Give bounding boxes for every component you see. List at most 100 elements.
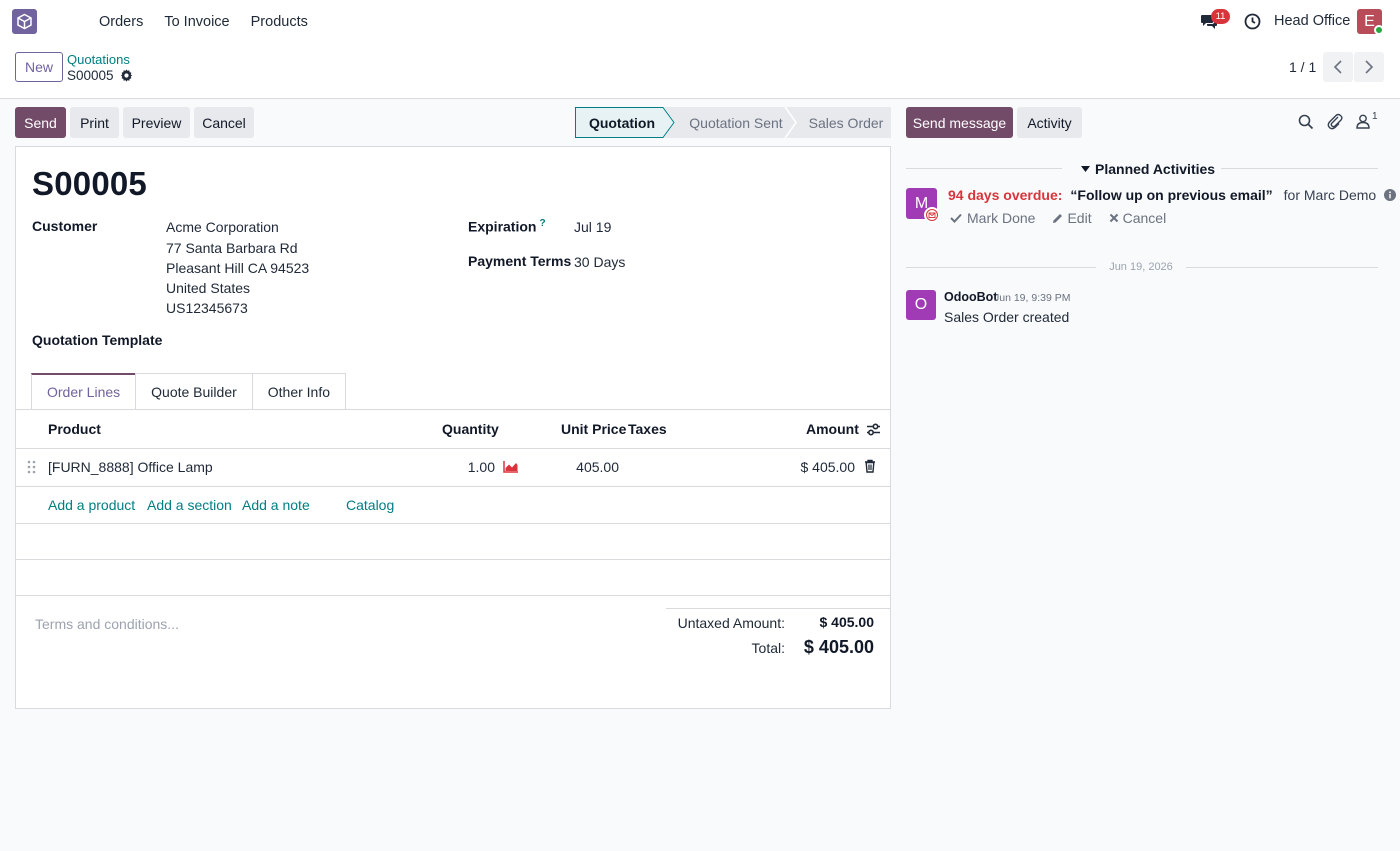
customer-street: 77 Santa Barbara Rd [166,240,298,256]
company-switcher[interactable]: Head Office [1274,13,1350,29]
cancel-button[interactable]: Cancel [194,107,254,138]
print-button[interactable]: Print [70,107,119,138]
line-quantity[interactable]: 1.00 [446,459,495,475]
gear-icon[interactable] [120,69,133,82]
help-tooltip-icon[interactable]: ? [539,218,545,229]
column-taxes[interactable]: Taxes [628,421,667,437]
message-time: Jun 19, 9:39 PM [994,292,1071,304]
chevron-left-icon [1333,60,1342,74]
column-amount[interactable]: Amount [806,421,859,437]
customer-country: United States [166,280,251,296]
line-unit-price[interactable]: 405.00 [556,459,619,475]
payment-terms-field[interactable]: 30 Days [574,254,625,270]
search-icon[interactable] [1298,114,1314,130]
date-divider-line [906,267,1096,268]
record-name: S00005 [67,68,114,83]
drag-handle-icon[interactable] [27,460,36,474]
column-unit-price[interactable]: Unit Price [561,421,626,437]
line-product[interactable]: [FURN_8888] Office Lamp [48,459,213,475]
tab-quote-builder[interactable]: Quote Builder [135,373,253,409]
customer-city: Pleasant Hill CA 94523 [166,260,310,276]
row-divider [16,559,890,560]
customer-label: Customer [32,218,98,234]
check-icon [950,213,962,223]
date-separator: Jun 19, 2026 [1109,261,1173,273]
forecast-chart-icon[interactable] [503,460,519,473]
chevron-right-icon [1365,60,1374,74]
activity-summary: “Follow up on previous email” [1070,187,1273,203]
add-section-link[interactable]: Add a section [147,497,232,513]
catalog-link[interactable]: Catalog [346,497,394,513]
row-divider [16,448,890,449]
pager-next-button[interactable] [1354,52,1384,82]
breadcrumb-record: S00005 [67,68,133,83]
menu-to-invoice[interactable]: To Invoice [164,14,229,30]
edit-activity-button[interactable]: Edit [1052,210,1092,226]
notebook-tabs: Order Lines Quote Builder Other Info [31,373,347,409]
add-note-link[interactable]: Add a note [242,497,310,513]
followers-count: 1 [1372,111,1378,122]
menu-products[interactable]: Products [251,14,308,30]
online-status-dot [1374,25,1384,35]
total-value: $ 405.00 [803,637,874,657]
control-panel: New Quotations S00005 1 / 1 [0,44,1400,99]
breadcrumb-quotations[interactable]: Quotations [67,52,130,67]
paperclip-icon[interactable] [1327,113,1343,130]
activity-button[interactable]: Activity [1017,107,1082,138]
send-button[interactable]: Send [15,107,66,138]
caret-down-icon [1081,166,1090,172]
new-button[interactable]: New [15,52,63,82]
status-bar: Quotation Quotation Sent Sales Order [575,107,891,138]
activity-assignee: for Marc Demo [1283,187,1377,203]
quotation-template-label: Quotation Template [32,332,163,348]
optional-columns-icon[interactable] [866,423,881,436]
pager-previous-button[interactable] [1323,52,1353,82]
row-divider [16,595,890,596]
planned-activities-toggle[interactable]: Planned Activities [1081,161,1215,177]
untaxed-amount-value: $ 405.00 [819,614,875,630]
send-message-button[interactable]: Send message [906,107,1013,138]
payment-terms-label: Payment Terms [468,253,572,269]
expiration-field[interactable]: Jul 19 [574,219,611,235]
activity-overdue: 94 days overdue: [948,187,1063,203]
section-divider [1221,168,1378,169]
tabs-divider [16,409,890,410]
message-avatar[interactable]: O [906,290,936,320]
add-product-link[interactable]: Add a product [48,497,135,513]
tab-order-lines[interactable]: Order Lines [31,373,137,409]
messages-badge: 11 [1211,9,1230,24]
mark-done-button[interactable]: Mark Done [950,210,1035,226]
trash-icon[interactable] [864,459,876,473]
pencil-icon [1053,213,1063,223]
form-sheet: S00005 Customer Acme Corporation 77 Sant… [15,146,891,709]
close-icon [1109,213,1118,223]
status-step-sales-order[interactable]: Sales Order [793,107,891,138]
status-step-quotation-sent[interactable]: Quotation Sent [669,107,793,138]
customer-name[interactable]: Acme Corporation [166,219,279,235]
column-quantity[interactable]: Quantity [442,421,499,437]
info-icon[interactable] [1384,189,1397,201]
untaxed-amount-label: Untaxed Amount: [677,615,785,631]
expiration-label: Expiration? [468,218,546,235]
row-divider [16,486,890,487]
tab-other-info[interactable]: Other Info [251,373,347,409]
row-divider [16,523,890,524]
followers-icon[interactable] [1356,114,1370,129]
terms-input[interactable]: Terms and conditions... [35,616,179,632]
status-step-quotation[interactable]: Quotation [575,107,669,138]
line-amount: $ 405.00 [800,459,856,475]
preview-button[interactable]: Preview [123,107,190,138]
pager-value[interactable]: 1 / 1 [1289,59,1316,75]
message-author[interactable]: OdooBot [944,290,997,304]
app-logo-icon[interactable] [12,9,37,34]
section-divider [906,168,1062,169]
top-navbar: Orders To Invoice Products 11 Head Offic… [0,0,1400,44]
column-product[interactable]: Product [48,421,101,437]
email-icon [924,207,940,223]
menu-orders[interactable]: Orders [99,14,143,30]
main-menu: Orders To Invoice Products [99,0,329,44]
activity-clock-icon[interactable] [1244,13,1261,30]
message-body: Sales Order created [944,309,1070,325]
customer-vat: US12345673 [166,300,248,316]
cancel-activity-button[interactable]: Cancel [1109,210,1166,226]
